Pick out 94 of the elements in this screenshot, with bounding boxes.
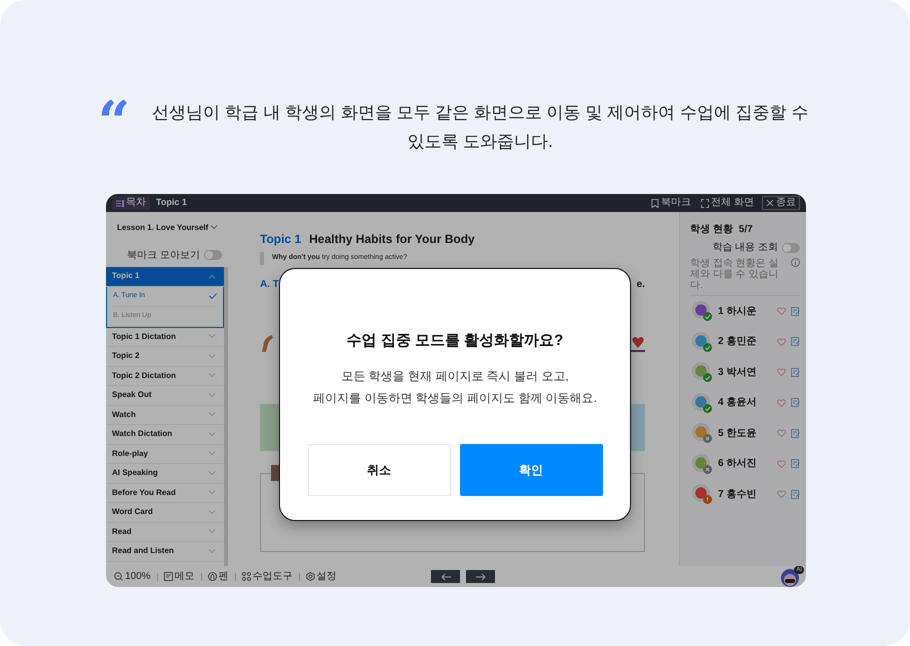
heart-icon[interactable] — [777, 490, 786, 498]
page-heading: Healthy Habits for Your Body — [309, 231, 475, 248]
chevron-down-icon — [208, 392, 216, 398]
sidebar-item[interactable]: Role-play — [106, 444, 224, 464]
topic-label: Topic 1 — [260, 231, 302, 248]
sidebar-item[interactable]: Before You Read — [106, 484, 224, 503]
close-icon — [766, 198, 774, 208]
student-name: 7 홍수빈 — [718, 488, 758, 502]
chevron-down-icon — [208, 432, 216, 437]
chevron-down-icon — [208, 412, 216, 418]
list-icon — [116, 200, 124, 206]
fullscreen-icon — [701, 198, 710, 208]
panel-title: 학생 현황 — [690, 223, 733, 237]
quote-mark: “ — [98, 100, 130, 134]
heart-icon[interactable] — [777, 307, 786, 316]
dialog-text: 페이지를 이동하면 학생들의 페이지도 함께 이동해요. — [312, 390, 597, 406]
exit-button[interactable]: 종료 — [762, 196, 800, 210]
arm-drawing — [260, 334, 274, 352]
sidebar-item[interactable]: Topic 2 — [106, 347, 224, 366]
student-name: 5 한도윤 — [718, 426, 758, 441]
confirm-button[interactable]: 확인 — [460, 444, 602, 496]
chevron-down-icon — [208, 529, 216, 534]
chevron-down-icon — [208, 451, 216, 456]
memo-button[interactable]: 메모 — [164, 572, 195, 582]
instruction-text: e. — [636, 278, 645, 292]
memo-icon — [164, 572, 173, 581]
instruction-text: A. T — [260, 278, 279, 292]
note-icon[interactable] — [791, 398, 800, 408]
page-title: Topic 1 — [156, 196, 187, 210]
sidebar-item[interactable]: Read and Listen — [106, 542, 224, 562]
chevron-down-icon — [208, 354, 216, 359]
chevron-down-icon — [208, 548, 216, 554]
sidebar-item[interactable]: Watch — [106, 406, 224, 425]
bookmark-icon — [651, 198, 660, 208]
student-name: 1 하시운 — [718, 304, 758, 319]
chevron-down-icon — [208, 490, 216, 496]
heart-icon[interactable] — [777, 429, 786, 438]
note-icon[interactable] — [791, 368, 800, 377]
sidebar-item[interactable]: Topic 1 — [106, 267, 224, 286]
heart-icon[interactable] — [777, 460, 786, 468]
lesson-title: Lesson 1. Love Yourself — [117, 222, 208, 234]
note-icon[interactable] — [791, 459, 800, 468]
chevron-down-icon — [208, 373, 216, 378]
tools-button[interactable]: 수업도구 — [242, 572, 293, 582]
toggle-switch[interactable] — [204, 250, 222, 260]
settings-icon — [306, 572, 315, 581]
note-icon[interactable] — [791, 306, 800, 316]
note-icon[interactable] — [791, 428, 800, 438]
robot-icon[interactable] — [780, 567, 800, 587]
note-icon[interactable] — [791, 490, 800, 499]
sidebar-item[interactable]: Word Card — [106, 503, 224, 522]
notice-text: 학생 접속 현황은 실제와 다를 수 있습니다. — [690, 258, 780, 291]
zoom-icon — [114, 572, 123, 581]
sidebar-item[interactable]: Topic 2 Dictation — [106, 366, 224, 386]
sidebar-item[interactable]: Watch Dictation — [106, 425, 224, 444]
sidebar-item[interactable]: Speak Out — [106, 386, 224, 406]
sidebar-item[interactable]: Read — [106, 522, 224, 542]
arrow-left-icon — [440, 572, 452, 580]
bookmark-button[interactable]: 북마크 — [649, 198, 694, 208]
next-button[interactable] — [466, 570, 495, 583]
sidebar-item[interactable]: AI Speaking — [106, 464, 224, 484]
chevron-up-icon — [208, 274, 216, 279]
note-icon[interactable] — [791, 337, 800, 346]
dialog-title: 수업 집중 모드를 활성화할까요? — [346, 331, 564, 351]
student-count: 5/7 — [738, 223, 753, 237]
student-name: 3 박서연 — [718, 366, 758, 380]
intro-text: 선생님이 학급 내 학생의 화면을 모두 같은 화면으로 이동 및 제어하여 수업에 집중할 수 있도록 도와줍니다. — [150, 102, 810, 153]
info-icon — [791, 258, 800, 267]
student-name: 4 홍윤서 — [718, 396, 758, 410]
sidebar-item[interactable]: Topic 1 Dictation — [106, 328, 224, 347]
pen-button[interactable]: 펜 — [208, 572, 229, 582]
toggle-label: 학습 내용 조회 — [712, 241, 778, 255]
toggle-label: 북마크 모아보기 — [127, 248, 200, 262]
settings-button[interactable]: 설정 — [306, 572, 337, 582]
dialog-text: 모든 학생을 현재 페이지로 즉시 불러 오고, — [340, 368, 570, 384]
student-name: 2 홍민준 — [718, 335, 758, 350]
zoom-button[interactable]: 100% — [114, 572, 151, 582]
heart-icon[interactable] — [777, 338, 786, 346]
toggle-switch[interactable] — [782, 242, 800, 252]
chevron-down-icon — [208, 334, 216, 340]
heart-icon[interactable] — [777, 398, 786, 407]
chevron-down-icon — [210, 225, 218, 230]
lesson-dropdown[interactable]: Lesson 1. Love Yourself — [106, 212, 228, 243]
toc-button[interactable]: 목차 — [112, 196, 150, 210]
heart-icon[interactable] — [777, 368, 786, 376]
check-icon — [209, 293, 217, 299]
chevron-down-icon — [208, 470, 216, 476]
fullscreen-button[interactable]: 전체 화면 — [699, 198, 756, 208]
chevron-down-icon — [208, 510, 216, 515]
cancel-button[interactable]: 취소 — [308, 444, 450, 496]
grid-icon — [242, 572, 251, 581]
student-name: 6 하서진 — [718, 457, 758, 472]
previous-button[interactable] — [431, 570, 460, 583]
arrow-right-icon — [474, 572, 486, 580]
